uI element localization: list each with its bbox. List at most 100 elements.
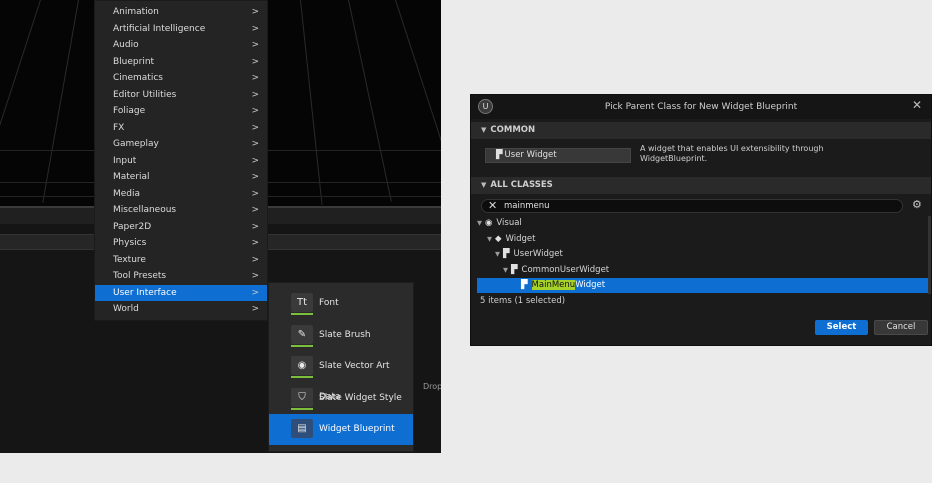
- submenu-item-label: Slate Widget Style: [319, 392, 402, 403]
- asset-type-underline: [291, 313, 313, 315]
- menu-item-label: Gameplay: [113, 139, 159, 149]
- asset-type-underline: [291, 407, 313, 410]
- menu-item-cinematics[interactable]: Cinematics >: [95, 70, 267, 86]
- caret-down-icon: ▼: [487, 234, 492, 243]
- menu-item-editor-utilities[interactable]: Editor Utilities >: [95, 87, 267, 103]
- userwidget-class-icon: ▛: [503, 249, 510, 259]
- submenu-item-label: Slate Brush: [319, 329, 371, 340]
- cancel-button[interactable]: Cancel: [874, 320, 928, 335]
- menu-item-user-interface[interactable]: User Interface >: [95, 284, 267, 301]
- menu-item-label: Paper2D: [113, 221, 152, 232]
- section-header-all-classes[interactable]: ▼ ALL CLASSES: [471, 177, 931, 194]
- menu-item-label: Artificial Intelligence: [113, 23, 206, 34]
- menu-item-paper2d[interactable]: Paper2D >: [95, 219, 267, 235]
- menu-item-label: Texture: [113, 254, 146, 265]
- visual-class-icon: ◉: [485, 218, 493, 228]
- submenu-item-slate-brush[interactable]: ✎ Slate Brush: [269, 320, 413, 351]
- tree-item-widget[interactable]: ▼ ◆ Widget: [487, 232, 535, 247]
- menu-item-label: Physics: [113, 238, 147, 248]
- tree-item-label: UserWidget: [513, 249, 563, 259]
- menu-item-fx[interactable]: FX >: [95, 120, 267, 136]
- font-icon: Tt: [291, 293, 313, 315]
- pick-parent-class-dialog: U Pick Parent Class for New Widget Bluep…: [470, 94, 932, 346]
- class-tree: ▼ ◉ Visual ▼ ◆ Widget ▼ ▛ UserWidget ▼ ▛ CommonU…: [477, 216, 929, 294]
- menu-item-input[interactable]: Input >: [95, 153, 267, 169]
- chevron-right-icon: >: [251, 254, 259, 265]
- tree-item-visual[interactable]: ▼ ◉ Visual: [477, 216, 522, 231]
- chevron-right-icon: >: [251, 287, 259, 298]
- grid-line: [0, 0, 41, 197]
- class-search-input[interactable]: ✕ mainmenu: [481, 199, 903, 213]
- menu-item-animation[interactable]: Animation >: [95, 4, 267, 20]
- menu-item-label: User Interface: [113, 287, 177, 298]
- slate-brush-icon: ✎: [291, 324, 313, 347]
- chevron-right-icon: >: [251, 221, 259, 232]
- items-count-text: 5 items (1 selected): [480, 296, 566, 306]
- widget-blueprint-icon: ▤: [291, 419, 313, 438]
- gear-icon[interactable]: ⚙: [912, 198, 922, 211]
- menu-item-label: Cinematics: [113, 73, 163, 83]
- chevron-right-icon: >: [251, 172, 259, 182]
- chevron-right-icon: >: [251, 7, 259, 17]
- menu-item-label: Animation: [113, 7, 159, 17]
- tree-scrollbar[interactable]: [928, 216, 931, 294]
- clear-search-icon[interactable]: ✕: [488, 199, 497, 212]
- mainmenuwidget-class-icon: ▛: [521, 280, 528, 290]
- menu-item-foliage[interactable]: Foliage >: [95, 103, 267, 119]
- menu-item-blueprint[interactable]: Blueprint >: [95, 54, 267, 70]
- menu-item-tool-presets[interactable]: Tool Presets >: [95, 268, 267, 284]
- caret-down-icon: ▼: [477, 219, 482, 227]
- dialog-title-bar[interactable]: U Pick Parent Class for New Widget Bluep…: [471, 95, 931, 119]
- menu-item-label: Media: [113, 188, 141, 199]
- tree-item-label: Widget: [505, 233, 536, 244]
- submenu-item-slate-vector-art-data[interactable]: ◉ Slate Vector Art Data: [269, 351, 413, 402]
- submenu-item-font[interactable]: Tt Font: [269, 288, 413, 319]
- menu-item-label: Editor Utilities: [113, 89, 177, 100]
- menu-item-label: Material: [113, 172, 150, 182]
- menu-item-media[interactable]: Media >: [95, 186, 267, 202]
- tree-item-label: Visual: [496, 218, 522, 228]
- grid-line: [300, 0, 323, 205]
- menu-item-texture[interactable]: Texture >: [95, 252, 267, 268]
- tree-item-userwidget[interactable]: ▼ ▛ UserWidget: [495, 247, 563, 262]
- chevron-right-icon: >: [251, 238, 259, 248]
- chevron-right-icon: >: [251, 56, 259, 67]
- tree-item-mainmenuwidget[interactable]: ▛ MainMenuWidget: [521, 278, 605, 293]
- menu-item-miscellaneous[interactable]: Miscellaneous >: [95, 202, 267, 218]
- menu-item-label: Blueprint: [113, 56, 155, 67]
- slate-brush-icon-glyph: ✎: [297, 328, 307, 340]
- menu-item-material[interactable]: Material >: [95, 169, 267, 185]
- section-title: ALL CLASSES: [490, 180, 553, 190]
- vector-art-icon-glyph: ◉: [297, 360, 307, 371]
- user-interface-submenu: Tt Font ✎ Slate Brush ◉ Slate Vector Art…: [268, 282, 414, 452]
- caret-down-icon: ▼: [481, 126, 487, 134]
- user-widget-label: User Widget: [504, 150, 557, 160]
- submenu-item-label: Slate Vector Art Data: [319, 361, 390, 402]
- user-widget-icon: ▛: [496, 150, 503, 160]
- tree-item-commonuserwidget[interactable]: ▼ ▛ CommonUserWidget: [503, 263, 609, 278]
- close-icon[interactable]: ✕: [912, 98, 922, 112]
- user-widget-description: A widget that enables UI extensibility t…: [640, 144, 824, 163]
- search-value: mainmenu: [504, 201, 550, 211]
- chevron-right-icon: >: [251, 205, 259, 215]
- submenu-item-widget-blueprint[interactable]: ▤ Widget Blueprint: [269, 414, 413, 445]
- menu-item-world[interactable]: World >: [95, 301, 267, 317]
- user-widget-button[interactable]: ▛ User Widget: [485, 148, 631, 163]
- widget-style-icon: ⛉: [291, 387, 313, 410]
- menu-item-physics[interactable]: Physics >: [95, 235, 267, 251]
- dialog-title: Pick Parent Class for New Widget Bluepri…: [604, 102, 798, 112]
- submenu-item-slate-widget-style[interactable]: ⛉ Slate Widget Style: [269, 383, 413, 414]
- section-title: COMMON: [490, 125, 536, 135]
- chevron-right-icon: >: [251, 23, 259, 34]
- grid-line: [395, 0, 441, 197]
- caret-down-icon: ▼: [481, 181, 487, 189]
- select-button[interactable]: Select: [815, 320, 868, 335]
- menu-item-label: Tool Presets: [113, 271, 167, 281]
- section-header-common[interactable]: ▼ COMMON: [471, 122, 931, 139]
- menu-item-audio[interactable]: Audio >: [95, 37, 267, 53]
- menu-item-gameplay[interactable]: Gameplay >: [95, 136, 267, 152]
- grid-line: [42, 0, 79, 203]
- tree-item-label: CommonUserWidget: [521, 264, 610, 275]
- menu-item-artificial-intelligence[interactable]: Artificial Intelligence >: [95, 21, 267, 37]
- chevron-right-icon: >: [251, 271, 259, 281]
